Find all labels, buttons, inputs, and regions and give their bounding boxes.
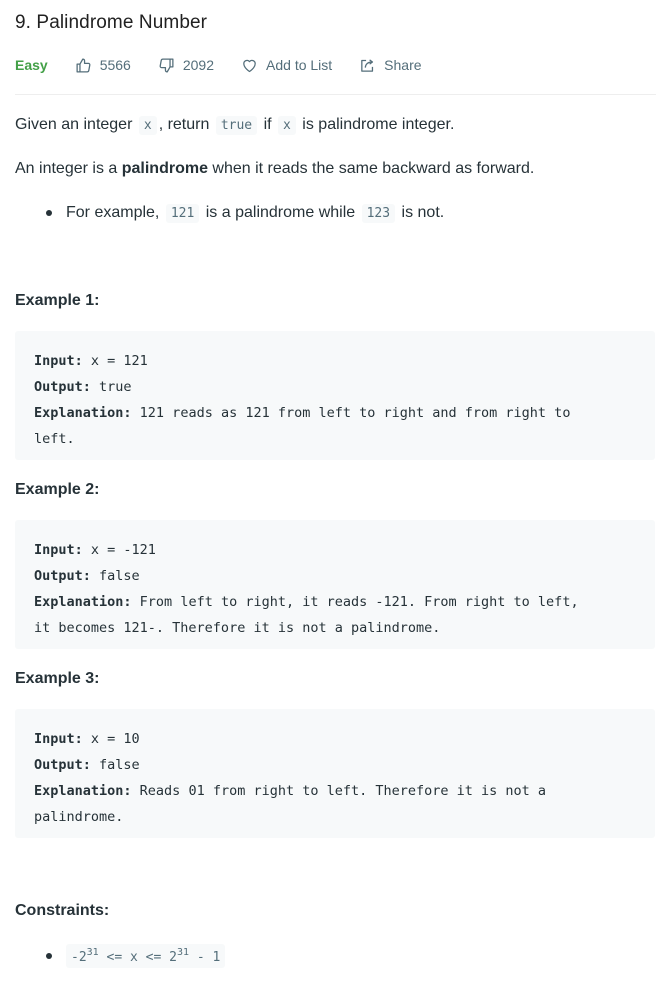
- bullet-dot: [46, 953, 52, 959]
- bullet-dot: [46, 210, 52, 216]
- description-paragraph-1: Given an integer x, return true if x is …: [15, 116, 455, 135]
- inline-code: x: [138, 116, 157, 135]
- constraint-item: -231 <= x <= 231 - 1: [15, 944, 226, 968]
- like-count: 5566: [99, 57, 131, 73]
- description-paragraph-2: An integer is a palindrome when it reads…: [15, 160, 535, 177]
- difficulty-label: Easy: [15, 57, 48, 73]
- thumbs-up-icon: [76, 57, 91, 73]
- problem-page: 9. Palindrome Number Easy 5566 2092 Add …: [0, 0, 667, 993]
- problem-meta-bar: Easy 5566 2092 Add to List Share: [15, 53, 449, 77]
- dislike-count: 2092: [182, 57, 215, 73]
- example-block: Input: x = 121 Output: true Explanation:…: [15, 331, 655, 460]
- constraint-code: -231 <= x <= 231 - 1: [66, 944, 226, 968]
- constraints-heading: Constraints:: [15, 902, 110, 919]
- share-icon: [361, 58, 374, 72]
- bold-term: palindrome: [121, 160, 208, 177]
- example-heading: Example 2:: [15, 481, 100, 498]
- share-button[interactable]: Share: [359, 57, 422, 74]
- example-block: Input: x = 10 Output: false Explanation:…: [15, 709, 655, 838]
- thumbs-down-icon: [159, 57, 174, 73]
- dislike-button[interactable]: 2092: [158, 57, 214, 74]
- share-label: Share: [384, 57, 422, 73]
- example-heading: Example 3:: [15, 670, 100, 687]
- description-bullet: For example, 121 is a palindrome while 1…: [15, 204, 444, 223]
- example-heading: Example 1:: [15, 292, 100, 309]
- inline-code: 123: [361, 204, 396, 223]
- problem-title: 9. Palindrome Number: [15, 12, 208, 33]
- like-button[interactable]: 5566: [75, 57, 131, 74]
- inline-code: 121: [165, 204, 200, 223]
- inline-code: true: [215, 116, 258, 135]
- add-to-list-label: Add to List: [266, 57, 333, 73]
- header-divider: [15, 94, 656, 95]
- heart-icon: [243, 59, 256, 72]
- example-block: Input: x = -121 Output: false Explanatio…: [15, 520, 655, 649]
- add-to-list-button[interactable]: Add to List: [241, 57, 332, 74]
- inline-code: x: [278, 116, 296, 135]
